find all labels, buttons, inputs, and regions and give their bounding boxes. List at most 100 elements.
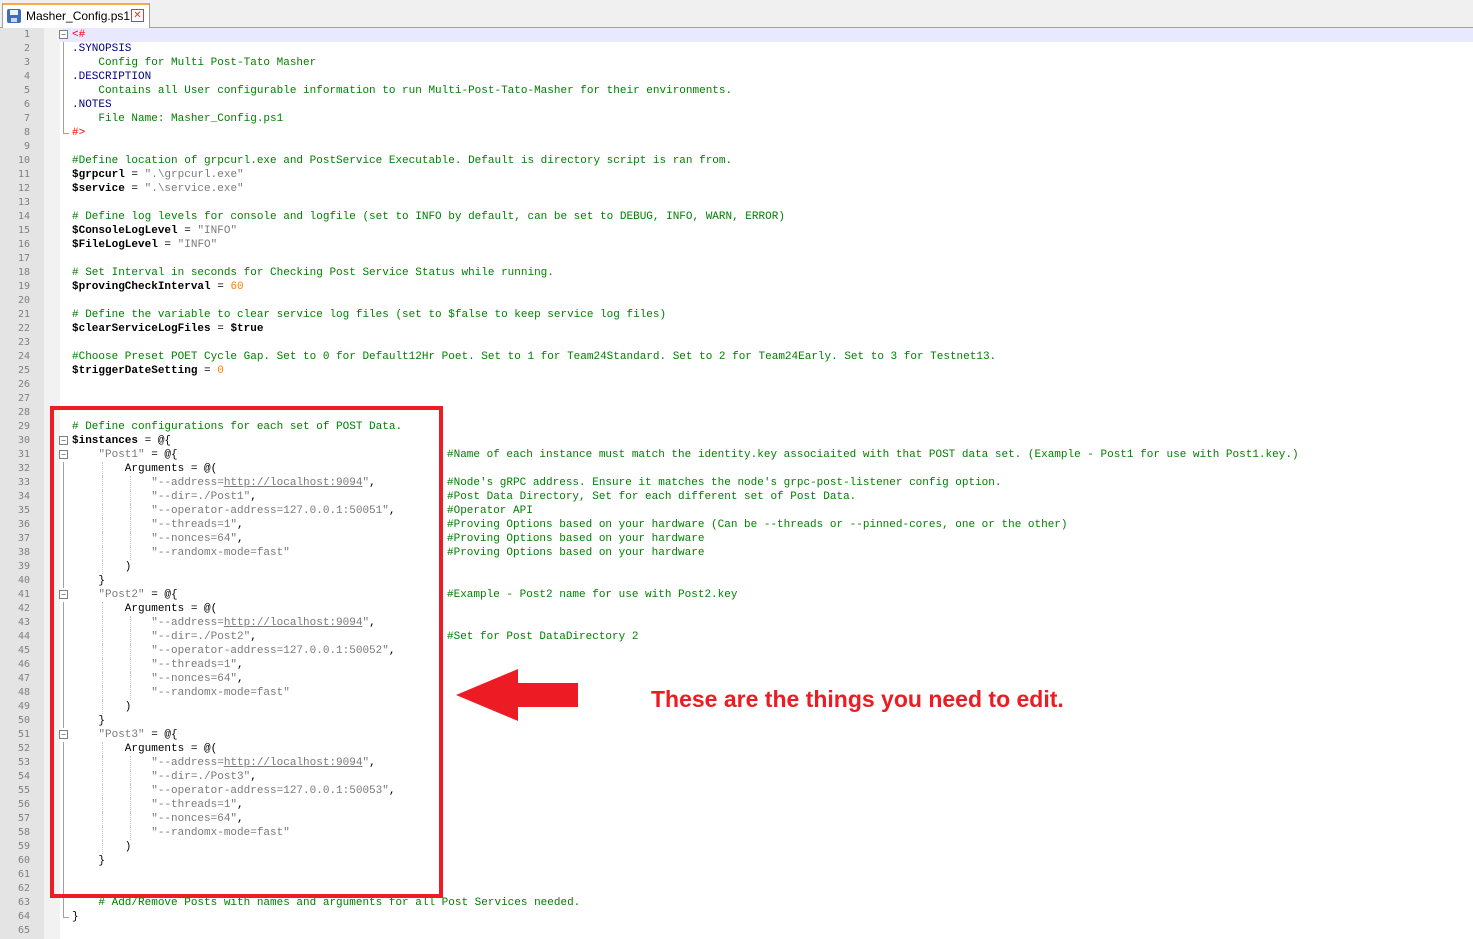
saved-file-icon: [7, 9, 21, 23]
line-number: 32: [17, 463, 30, 474]
code-token: =: [177, 225, 198, 237]
line-number: 15: [17, 225, 30, 236]
line-number: 55: [17, 785, 30, 796]
code-line[interactable]: 8 #>: [0, 126, 1473, 140]
code-token: 0: [217, 365, 224, 377]
code-text: <#: [72, 28, 85, 42]
code-line[interactable]: 21 # Define the variable to clear service…: [0, 308, 1473, 322]
close-tab-icon[interactable]: ✕: [131, 9, 144, 22]
line-number: 25: [17, 365, 30, 376]
fold-toggle-icon[interactable]: −: [59, 30, 68, 39]
code-line[interactable]: 18 # Set Interval in seconds for Checking…: [0, 266, 1473, 280]
code-line[interactable]: 11 $grpcurl = ".\grpcurl.exe": [0, 168, 1473, 182]
code-text: Config for Multi Post-Tato Masher: [72, 56, 316, 70]
code-text: $triggerDateSetting = 0: [72, 364, 224, 378]
code-token: #>: [72, 127, 86, 139]
code-token: =: [124, 183, 145, 195]
tab-masher-config[interactable]: Masher_Config.ps1 ✕: [2, 3, 150, 28]
line-number: 21: [17, 309, 30, 320]
code-line[interactable]: 4 .DESCRIPTION: [0, 70, 1473, 84]
code-line[interactable]: 63 # Add/Remove Posts with names and arg…: [0, 896, 1473, 910]
code-token: #Define location of grpcurl.exe and Post…: [72, 155, 733, 167]
line-number: 20: [17, 295, 30, 306]
code-line[interactable]: 25 $triggerDateSetting = 0: [0, 364, 1473, 378]
code-token: # Add/Remove Posts with names and argume…: [72, 897, 581, 909]
code-line[interactable]: 65: [0, 924, 1473, 938]
code-text: $clearServiceLogFiles = $true: [72, 322, 263, 336]
code-line[interactable]: 6 .NOTES: [0, 98, 1473, 112]
line-number: 30: [17, 435, 30, 446]
line-number: 45: [17, 645, 30, 656]
line-number: 46: [17, 659, 30, 670]
code-line[interactable]: 20: [0, 294, 1473, 308]
code-line[interactable]: 3 Config for Multi Post-Tato Masher: [0, 56, 1473, 70]
line-number: 43: [17, 617, 30, 628]
code-line[interactable]: 22 $clearServiceLogFiles = $true: [0, 322, 1473, 336]
line-number: 35: [17, 505, 30, 516]
code-line[interactable]: 14 # Define log levels for console and lo…: [0, 210, 1473, 224]
code-line[interactable]: 2 .SYNOPSIS: [0, 42, 1473, 56]
code-line[interactable]: 16 $FileLogLevel = "INFO": [0, 238, 1473, 252]
code-line[interactable]: 24 #Choose Preset POET Cycle Gap. Set to …: [0, 350, 1473, 364]
fold-line: [63, 56, 64, 70]
code-text: $ConsoleLogLevel = "INFO": [72, 224, 237, 238]
line-number: 5: [23, 85, 30, 96]
inline-comment: #Post Data Directory, Set for each diffe…: [447, 491, 857, 503]
code-line[interactable]: 19 $provingCheckInterval = 60: [0, 280, 1473, 294]
code-token: "INFO": [177, 239, 218, 251]
code-token: # Set Interval in seconds for Checking P…: [72, 267, 554, 279]
inline-comment: #Set for Post DataDirectory 2: [447, 631, 639, 643]
line-number: 23: [17, 337, 30, 348]
line-number: 61: [17, 869, 30, 880]
code-token: .DESCRIPTION: [72, 71, 152, 83]
code-line[interactable]: 13: [0, 196, 1473, 210]
code-text: #Define location of grpcurl.exe and Post…: [72, 154, 732, 168]
code-token: Config for Multi Post-Tato Masher: [72, 57, 317, 69]
code-token: =: [124, 169, 145, 181]
line-number: 39: [17, 561, 30, 572]
inline-comment: #Example - Post2 name for use with Post2…: [447, 589, 738, 601]
code-token: }: [72, 911, 79, 923]
code-line[interactable]: 12 $service = ".\service.exe": [0, 182, 1473, 196]
code-line[interactable]: 10 #Define location of grpcurl.exe and Po…: [0, 154, 1473, 168]
code-token: $provingCheckInterval: [72, 281, 211, 293]
code-line[interactable]: 27: [0, 392, 1473, 406]
inline-comment: #Node's gRPC address. Ensure it matches …: [447, 477, 1002, 489]
line-number: 60: [17, 855, 30, 866]
code-token: $clearServiceLogFiles: [72, 323, 211, 335]
tab-active-indicator: [3, 3, 149, 5]
code-line[interactable]: 9: [0, 140, 1473, 154]
code-line[interactable]: 26: [0, 378, 1473, 392]
code-text: $provingCheckInterval = 60: [72, 280, 244, 294]
line-number: 64: [17, 911, 30, 922]
line-number: 51: [17, 729, 30, 740]
fold-line: [63, 98, 64, 112]
line-number: 11: [17, 169, 30, 180]
line-number: 49: [17, 701, 30, 712]
code-line[interactable]: 1 − <#: [0, 28, 1473, 42]
line-number: 7: [23, 113, 30, 124]
code-text: # Define the variable to clear service l…: [72, 308, 666, 322]
line-number: 1: [23, 29, 30, 40]
code-line[interactable]: 15 $ConsoleLogLevel = "INFO": [0, 224, 1473, 238]
code-line[interactable]: 7 File Name: Masher_Config.ps1: [0, 112, 1473, 126]
line-number: 41: [17, 589, 30, 600]
code-text: #Choose Preset POET Cycle Gap. Set to 0 …: [72, 350, 996, 364]
line-number: 48: [17, 687, 30, 698]
line-number: 62: [17, 883, 30, 894]
code-token: #Choose Preset POET Cycle Gap. Set to 0 …: [72, 351, 997, 363]
code-line[interactable]: 23: [0, 336, 1473, 350]
code-line[interactable]: 17: [0, 252, 1473, 266]
code-token: Contains all User configurable informati…: [72, 85, 733, 97]
fold-line: [63, 84, 64, 98]
line-number: 34: [17, 491, 30, 502]
line-number: 6: [23, 99, 30, 110]
inline-comment: #Name of each instance must match the id…: [447, 449, 1299, 461]
line-number: 63: [17, 897, 30, 908]
line-number: 65: [17, 925, 30, 936]
line-number: 24: [17, 351, 30, 362]
code-line[interactable]: 5 Contains all User configurable informa…: [0, 84, 1473, 98]
line-number: 18: [17, 267, 30, 278]
code-text: $service = ".\service.exe": [72, 182, 244, 196]
code-line[interactable]: 64}: [0, 910, 1473, 924]
